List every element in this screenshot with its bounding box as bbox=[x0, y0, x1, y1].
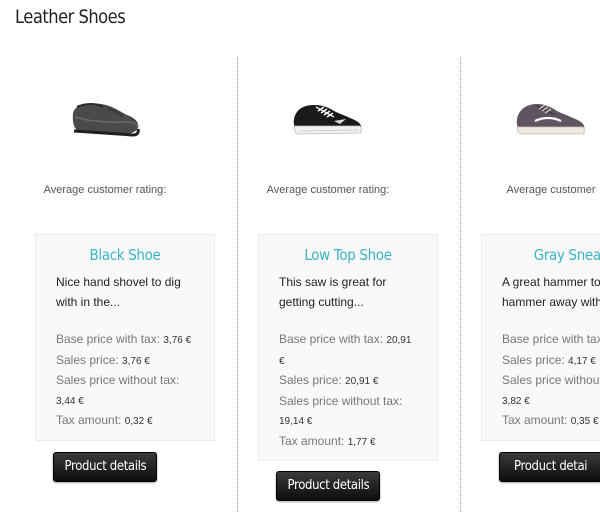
product-card: Low Top Shoe This saw is great for getti… bbox=[258, 234, 438, 461]
product-description: Nice hand shovel to dig with in the... bbox=[56, 275, 181, 309]
rating-label: Average customer rating: bbox=[266, 184, 390, 196]
product-column-black-shoe: Average customer rating: Black Shoe Nice… bbox=[15, 0, 237, 512]
sales-price-without-tax-label: Sales price without tax: bbox=[279, 393, 403, 408]
product-card: Black Shoe Nice hand shovel to dig with … bbox=[35, 234, 215, 441]
price-list: Base price with tax: 20,91 € Sales price… bbox=[279, 330, 417, 452]
product-name-link[interactable]: Gray Sneak bbox=[509, 245, 600, 265]
tax-amount-row: Tax amount: 0,32 € bbox=[56, 411, 194, 432]
sales-price-row: Sales price: 4,17 € bbox=[502, 351, 600, 372]
tax-amount-row: Tax amount: 1,77 € bbox=[279, 432, 417, 453]
base-price-row: Base price with tax: 20,91 € bbox=[279, 330, 417, 371]
black-skate-sneaker-icon[interactable] bbox=[290, 93, 366, 143]
sales-price-without-tax-value: 3,44 € bbox=[56, 395, 84, 407]
tax-amount-label: Tax amount: bbox=[56, 413, 122, 427]
product-details-button[interactable]: Product detai bbox=[499, 452, 600, 482]
sales-price-without-tax-value: 19,14 € bbox=[279, 416, 313, 427]
rating-label: Average customer rating: bbox=[43, 184, 167, 196]
sales-price-without-tax-row: Sales price without tax: 19,14 € bbox=[279, 392, 417, 432]
tax-amount-value: 1,77 € bbox=[347, 436, 376, 448]
sales-price-without-tax-row: Sales price without tax: 3,44 € bbox=[56, 371, 194, 411]
sales-price-without-tax-label: Sales price without tax: bbox=[56, 373, 180, 387]
dark-leather-loafer-icon[interactable] bbox=[67, 93, 143, 143]
price-list: Base price with tax: 3,76 € Sales price:… bbox=[56, 330, 194, 432]
rating-label: Average customer bbox=[506, 184, 596, 196]
sales-price-without-tax-value: 3,82 € bbox=[502, 395, 530, 407]
product-details-label: Product details bbox=[287, 478, 369, 493]
tax-amount-label: Tax amount: bbox=[279, 433, 345, 448]
product-details-label: Product details bbox=[64, 459, 146, 474]
sales-price-without-tax-row: Sales price without 3,82 € bbox=[502, 371, 600, 411]
base-price-label: Base price with tax bbox=[502, 332, 600, 346]
product-details-label: Product detai bbox=[514, 459, 588, 474]
product-name-link[interactable]: Low Top Shoe bbox=[286, 245, 410, 265]
sales-price-value: 20,91 € bbox=[345, 376, 379, 387]
sales-price-label: Sales price: bbox=[502, 352, 565, 367]
gray-suede-sneaker-icon[interactable] bbox=[513, 93, 589, 143]
base-price-row: Base price with tax: 3,76 € bbox=[56, 330, 194, 351]
sales-price-row: Sales price: 3,76 € bbox=[56, 351, 194, 372]
product-card: Gray Sneak A great hammer to hammer away… bbox=[481, 234, 600, 441]
base-price-label: Base price with tax: bbox=[279, 332, 384, 346]
sales-price-label: Sales price: bbox=[279, 373, 342, 387]
tax-amount-label: Tax amount: bbox=[502, 413, 568, 427]
product-description: A great hammer to hammer away with bbox=[502, 275, 600, 309]
product-details-button[interactable]: Product details bbox=[53, 452, 157, 482]
sales-price-value: 3,76 € bbox=[122, 355, 150, 367]
product-column-gray-sneaker: Average customer Gray Sneak A great hamm… bbox=[461, 0, 600, 512]
base-price-label: Base price with tax: bbox=[56, 332, 161, 346]
product-category-page: Leather Shoes Average customer rating: B… bbox=[0, 0, 600, 512]
price-list: Base price with tax Sales price: 4,17 € … bbox=[502, 330, 600, 432]
tax-amount-value: 0,32 € bbox=[124, 416, 153, 427]
sales-price-label: Sales price: bbox=[56, 352, 119, 367]
tax-amount-value: 0,35 € bbox=[570, 416, 599, 427]
product-description: This saw is great for getting cutting... bbox=[279, 275, 387, 309]
product-details-button[interactable]: Product details bbox=[276, 471, 380, 501]
base-price-row: Base price with tax bbox=[502, 330, 600, 351]
sales-price-without-tax-label: Sales price without bbox=[502, 373, 600, 387]
product-name-link[interactable]: Black Shoe bbox=[63, 245, 187, 265]
base-price-value: 3,76 € bbox=[163, 335, 192, 346]
tax-amount-row: Tax amount: 0,35 € bbox=[502, 411, 600, 432]
product-column-low-top-shoe: Average customer rating: Low Top Shoe Th… bbox=[238, 0, 460, 512]
sales-price-value: 4,17 € bbox=[568, 355, 596, 367]
sales-price-row: Sales price: 20,91 € bbox=[279, 371, 417, 392]
